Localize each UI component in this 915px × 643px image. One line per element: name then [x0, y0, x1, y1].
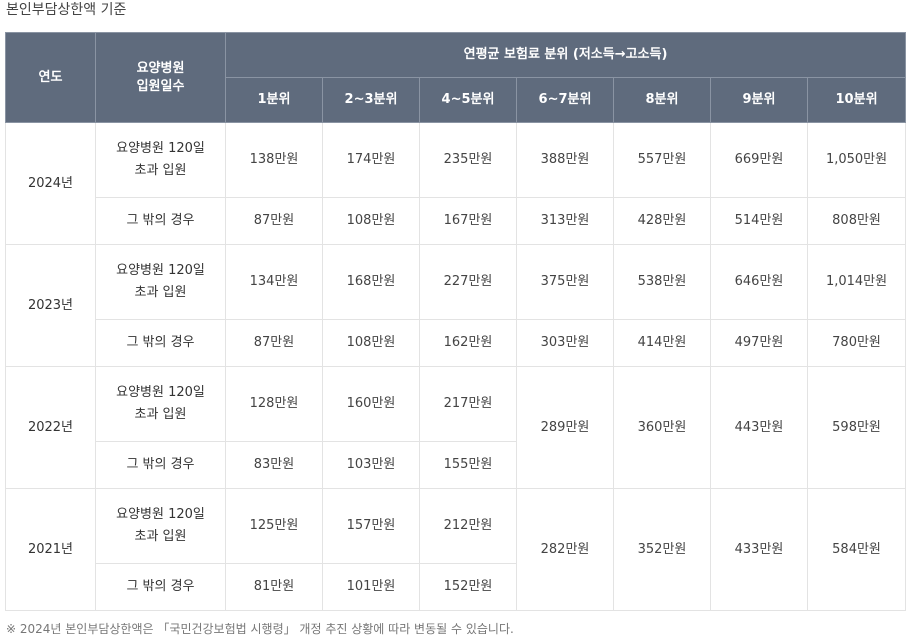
- value-cell: 155만원: [419, 441, 517, 489]
- table-row: 그 밖의 경우 87만원 108만원 162만원 303만원 414만원 497만원 780만…: [6, 319, 907, 367]
- value-cell: 414만원: [613, 319, 711, 367]
- value-cell: 174만원: [322, 122, 420, 198]
- shared-value-cell: 598만원: [806, 366, 907, 489]
- value-cell: 87만원: [225, 319, 323, 367]
- value-cell: 81만원: [225, 563, 323, 611]
- category-text: 요양병원 120일 초과 입원: [116, 141, 205, 178]
- header-decile-3: 4~5분위: [419, 77, 517, 123]
- value-cell: 157만원: [322, 488, 420, 564]
- shared-value-cell: 433만원: [710, 488, 808, 611]
- value-cell: 134만원: [225, 244, 323, 320]
- shared-value-cell: 289만원: [516, 366, 614, 489]
- table-row: 그 밖의 경우 87만원 108만원 167만원 313만원 428만원 514만원 808만…: [6, 197, 907, 245]
- value-cell: 1,014만원: [806, 244, 907, 320]
- value-cell: 646만원: [710, 244, 808, 320]
- shared-value-cell: 282만원: [516, 488, 614, 611]
- copay-ceiling-table: 연도 요양병원 입원일수 연평균 보험료 분위 (저소득→고소득) 1분위 2~…: [5, 32, 907, 611]
- value-cell: 428만원: [613, 197, 711, 245]
- category-text: 요양병원 120일 초과 입원: [116, 385, 205, 422]
- year-cell: 2023년: [5, 244, 96, 367]
- shared-value-cell: 360만원: [613, 366, 711, 489]
- header-decile-5: 8분위: [613, 77, 711, 123]
- page-title: 본인부담상한액 기준: [6, 2, 127, 18]
- value-cell: 101만원: [322, 563, 420, 611]
- table-row: 2024년 요양병원 120일 초과 입원 138만원 174만원 235만원 388만원…: [5, 122, 907, 245]
- year-cell: 2024년: [5, 122, 96, 245]
- value-cell: 514만원: [710, 197, 808, 245]
- value-cell: 227만원: [419, 244, 517, 320]
- category-cell: 그 밖의 경우: [95, 563, 226, 611]
- table-row: 2021년 요양병원 120일 초과 입원 125만원 157만원 212만원 282만원…: [5, 488, 907, 611]
- value-cell: 538만원: [613, 244, 711, 320]
- table-row: 2023년 요양병원 120일 초과 입원 134만원 168만원 227만원 375만원…: [5, 244, 907, 367]
- value-cell: 669만원: [710, 122, 808, 198]
- value-cell: 108만원: [322, 197, 420, 245]
- value-cell: 87만원: [225, 197, 323, 245]
- footnote: ※ 2024년 본인부담상한액은 「국민건강보험법 시행령」 개정 추진 상황에…: [6, 622, 514, 636]
- value-cell: 235만원: [419, 122, 517, 198]
- value-cell: 103만원: [322, 441, 420, 489]
- value-cell: 497만원: [710, 319, 808, 367]
- category-text: 요양병원 120일 초과 입원: [116, 263, 205, 300]
- category-cell: 요양병원 120일 초과 입원: [95, 366, 226, 442]
- shared-value-cell: 443만원: [710, 366, 808, 489]
- year-cell: 2021년: [5, 488, 96, 611]
- value-cell: 557만원: [613, 122, 711, 198]
- header-decile-4: 6~7분위: [516, 77, 614, 123]
- value-cell: 808만원: [806, 197, 907, 245]
- header-days: 요양병원 입원일수: [95, 32, 226, 123]
- category-cell: 그 밖의 경우: [95, 441, 226, 489]
- header-decile-2: 2~3분위: [322, 77, 420, 123]
- table-row: 2022년 요양병원 120일 초과 입원 128만원 160만원 217만원 289만원…: [5, 366, 907, 489]
- value-cell: 375만원: [516, 244, 614, 320]
- value-cell: 83만원: [225, 441, 323, 489]
- header-days-text: 요양병원 입원일수: [136, 60, 185, 94]
- value-cell: 217만원: [419, 366, 517, 442]
- value-cell: 125만원: [225, 488, 323, 564]
- value-cell: 108만원: [322, 319, 420, 367]
- header-decile-1: 1분위: [225, 77, 323, 123]
- year-cell: 2022년: [5, 366, 96, 489]
- category-cell: 그 밖의 경우: [95, 197, 226, 245]
- shared-value-cell: 584만원: [806, 488, 907, 611]
- value-cell: 168만원: [322, 244, 420, 320]
- value-cell: 167만원: [419, 197, 517, 245]
- value-cell: 303만원: [516, 319, 614, 367]
- value-cell: 388만원: [516, 122, 614, 198]
- value-cell: 128만원: [225, 366, 323, 442]
- shared-value-cell: 352만원: [613, 488, 711, 611]
- category-cell: 요양병원 120일 초과 입원: [95, 244, 226, 320]
- value-cell: 138만원: [225, 122, 323, 198]
- value-cell: 1,050만원: [806, 122, 907, 198]
- category-cell: 그 밖의 경우: [95, 319, 226, 367]
- category-cell: 요양병원 120일 초과 입원: [95, 122, 226, 198]
- value-cell: 160만원: [322, 366, 420, 442]
- value-cell: 162만원: [419, 319, 517, 367]
- category-text: 요양병원 120일 초과 입원: [116, 507, 205, 544]
- category-cell: 요양병원 120일 초과 입원: [95, 488, 226, 564]
- header-decile-group: 연평균 보험료 분위 (저소득→고소득): [224, 32, 907, 78]
- value-cell: 780만원: [806, 319, 907, 367]
- value-cell: 152만원: [419, 563, 517, 611]
- header-decile-6: 9분위: [710, 77, 808, 123]
- header-decile-7: 10분위: [806, 77, 907, 123]
- header-year: 연도: [5, 32, 96, 123]
- value-cell: 212만원: [419, 488, 517, 564]
- value-cell: 313만원: [516, 197, 614, 245]
